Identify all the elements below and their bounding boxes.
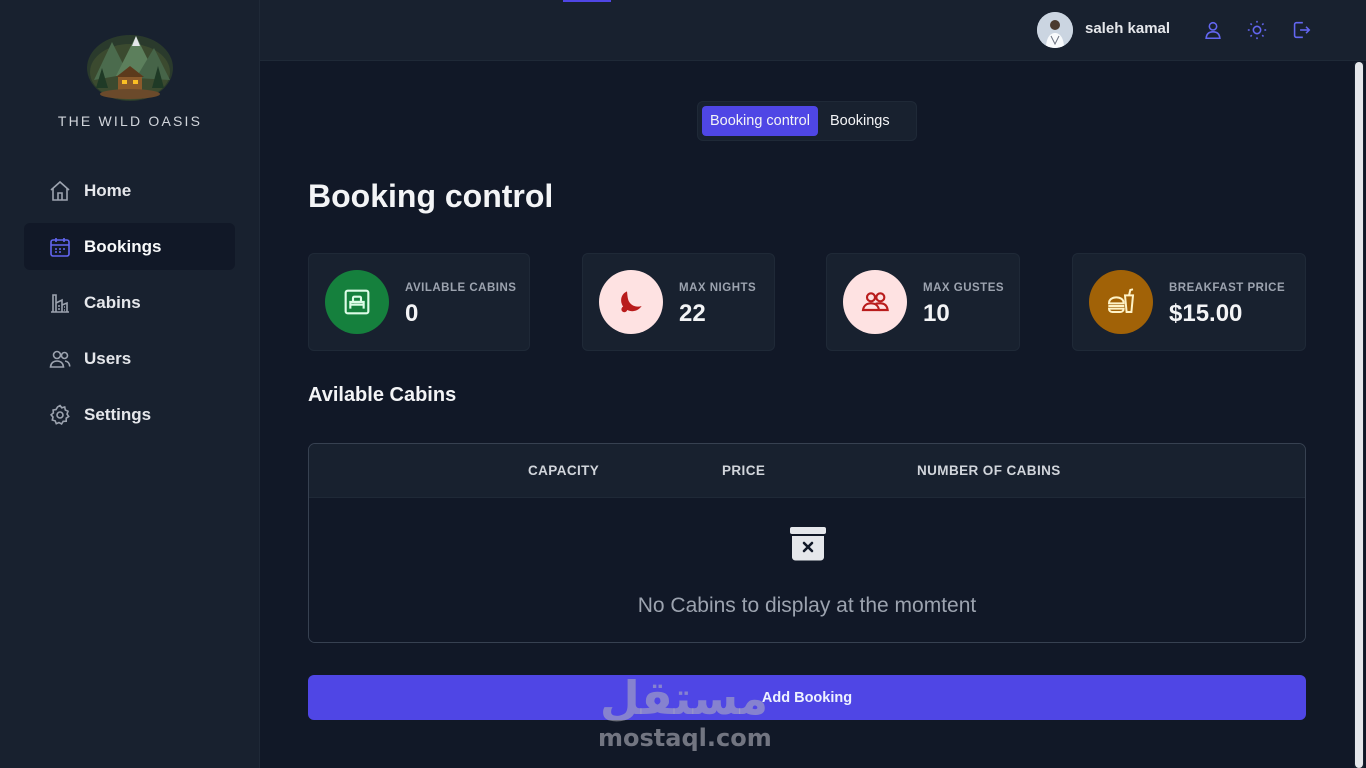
logout-icon <box>1293 21 1311 39</box>
stat-icon-circle <box>599 270 663 334</box>
stat-card-max-nights: MAX NIGHTS 22 <box>582 253 775 351</box>
stat-value: 10 <box>923 300 950 327</box>
stat-label: MAX NIGHTS <box>679 282 757 294</box>
stat-value: 0 <box>405 300 419 327</box>
stat-card-breakfast-price: BREAKFAST PRICE $15.00 <box>1072 253 1306 351</box>
food-icon <box>1107 288 1135 313</box>
add-booking-button[interactable]: Add Booking <box>308 675 1306 720</box>
stat-label: AVILABLE CABINS <box>405 282 517 294</box>
empty-state-message: No Cabins to display at the momtent <box>637 594 977 617</box>
sidebar-item-label: Users <box>84 348 132 368</box>
sidebar: THE WILD OASIS Home Bookings Cabins User… <box>0 0 260 768</box>
account-button[interactable] <box>1200 17 1226 43</box>
moon-icon <box>621 291 642 313</box>
top-header: saleh kamal <box>260 0 1366 61</box>
sun-icon <box>1247 20 1267 40</box>
stat-value: 22 <box>679 300 706 327</box>
stat-icon-circle <box>1089 270 1153 334</box>
section-title: Avilable Cabins <box>308 384 457 406</box>
sidebar-item-settings[interactable]: Settings <box>24 391 235 438</box>
home-icon <box>50 180 70 201</box>
sidebar-item-label: Bookings <box>84 236 162 256</box>
sidebar-item-label: Home <box>84 180 132 200</box>
stat-card-max-guests: MAX GUSTES 10 <box>826 253 1020 351</box>
stat-label: MAX GUSTES <box>923 282 1005 294</box>
stat-value: $15.00 <box>1169 300 1243 327</box>
empty-box-icon <box>790 527 826 561</box>
column-header-capacity: CAPACITY <box>528 463 600 478</box>
header-accent-line <box>563 0 611 2</box>
avatar[interactable] <box>1037 12 1073 48</box>
sidebar-item-bookings[interactable]: Bookings <box>24 223 235 270</box>
sidebar-nav: Home Bookings Cabins Users Settings <box>24 167 235 447</box>
brand-name: THE WILD OASIS <box>57 113 203 129</box>
cabins-table: CAPACITY PRICE NUMBER OF CABINS No Cabin… <box>308 443 1306 643</box>
user-icon <box>1205 21 1221 40</box>
scrollbar-thumb[interactable] <box>1355 62 1363 768</box>
stat-icon-circle <box>843 270 907 334</box>
sidebar-item-home[interactable]: Home <box>24 167 235 214</box>
table-body: No Cabins to display at the momtent <box>309 498 1305 642</box>
avatar-image <box>1037 12 1073 48</box>
sidebar-item-label: Settings <box>84 404 152 424</box>
guests-icon <box>861 292 889 312</box>
view-tabs: Booking control Bookings <box>697 101 917 141</box>
tab-booking-control[interactable]: Booking control <box>702 106 818 136</box>
stat-card-available-cabins: AVILABLE CABINS 0 <box>308 253 530 351</box>
table-header: CAPACITY PRICE NUMBER OF CABINS <box>309 444 1305 498</box>
main-scrollbar[interactable] <box>1354 62 1364 768</box>
logout-button[interactable] <box>1288 17 1314 43</box>
sidebar-item-label: Cabins <box>84 292 141 312</box>
username: saleh kamal <box>1085 20 1171 37</box>
calendar-icon <box>50 237 70 257</box>
sidebar-item-cabins[interactable]: Cabins <box>24 279 235 326</box>
sidebar-item-users[interactable]: Users <box>24 335 235 382</box>
theme-toggle-button[interactable] <box>1244 17 1270 43</box>
logo <box>87 35 173 101</box>
watermark-latin-text: mostaql.com <box>598 724 772 752</box>
stat-label: BREAKFAST PRICE <box>1169 282 1286 294</box>
gear-icon <box>49 403 70 425</box>
column-header-number-of-cabins: NUMBER OF CABINS <box>917 463 1061 478</box>
users-icon <box>49 350 71 368</box>
tab-bookings[interactable]: Bookings <box>822 106 898 136</box>
page-title: Booking control <box>308 178 554 214</box>
cabin-icon <box>344 289 370 315</box>
stat-icon-circle <box>325 270 389 334</box>
column-header-price: PRICE <box>722 463 766 478</box>
cabins-icon <box>51 293 69 313</box>
